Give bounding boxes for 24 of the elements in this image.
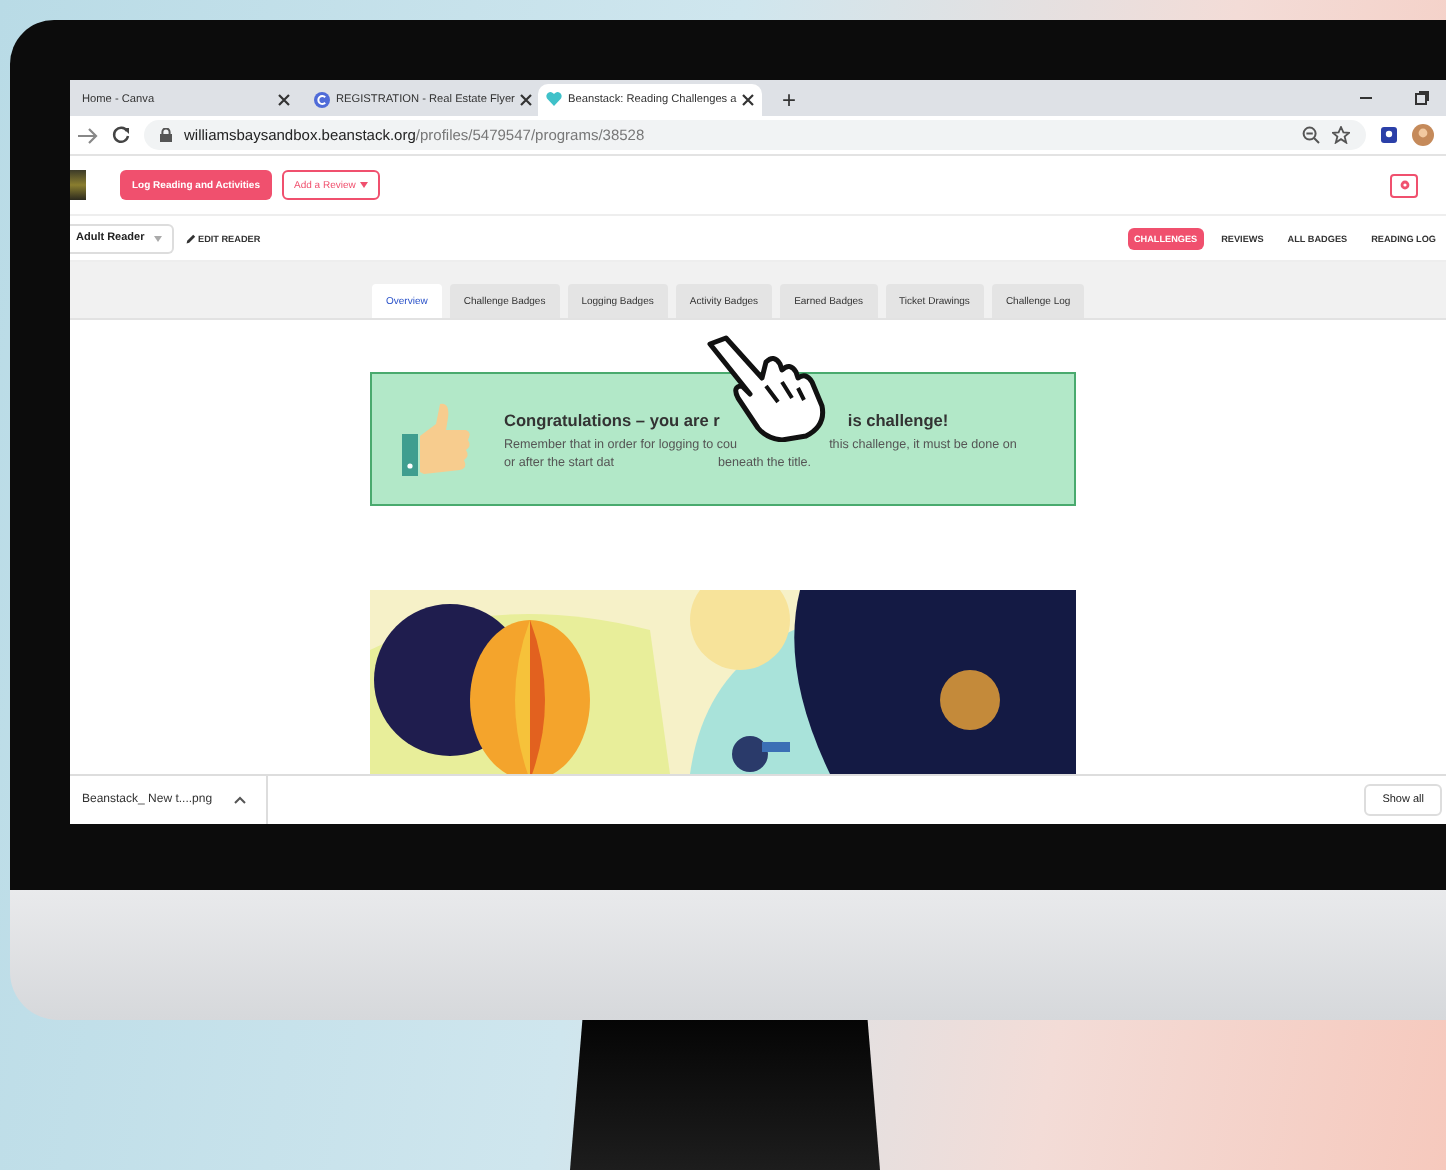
zoom-out-icon[interactable]: [1302, 126, 1320, 145]
close-icon[interactable]: [520, 93, 533, 106]
forward-arrow-icon[interactable]: [78, 127, 98, 144]
lock-icon: [160, 128, 172, 143]
extension-icon[interactable]: [1380, 126, 1398, 145]
caret-icon: [154, 235, 163, 242]
close-icon[interactable]: [742, 93, 755, 106]
logo-icon[interactable]: [70, 170, 86, 201]
close-icon[interactable]: [278, 93, 290, 106]
chevron-up-icon: [234, 796, 246, 804]
banner-heading: is challenge!: [847, 409, 949, 429]
circle-logo-icon: [314, 91, 330, 108]
restore-icon[interactable]: [1414, 89, 1430, 106]
avatar-icon[interactable]: [1412, 124, 1434, 147]
gear-icon: [1399, 180, 1409, 191]
banner-heading: Congratulations – you are r: [504, 409, 720, 429]
thumbs-up-icon: [400, 401, 472, 477]
new-tab-button[interactable]: +: [782, 83, 797, 116]
pencil-icon: [186, 233, 196, 244]
heart-icon: [546, 92, 562, 107]
caret-icon: [359, 182, 368, 189]
reload-icon[interactable]: [112, 126, 130, 145]
settings-button[interactable]: [1390, 173, 1418, 198]
star-icon[interactable]: [1332, 126, 1350, 145]
